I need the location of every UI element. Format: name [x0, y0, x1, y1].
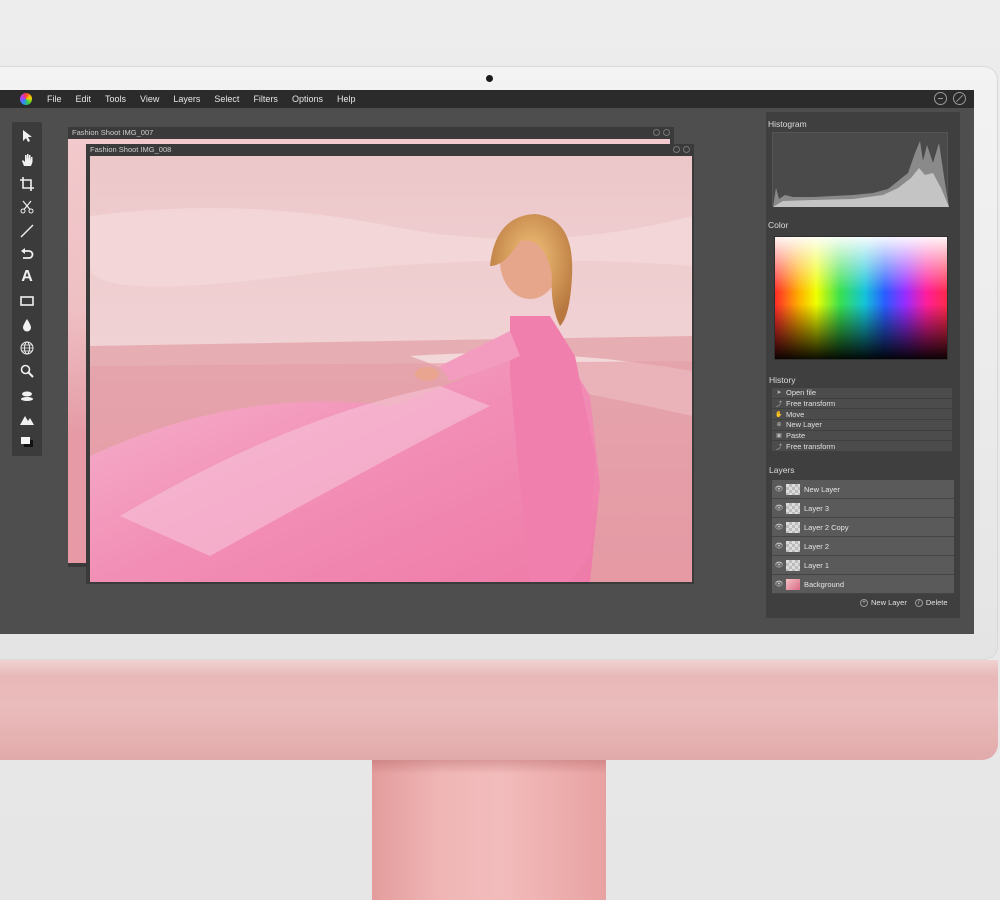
transform-icon: ⤴: [775, 444, 782, 451]
layers-label: Layers: [769, 465, 795, 475]
menu-filters[interactable]: Filters: [246, 90, 285, 108]
layer-thumbnail: [786, 502, 800, 514]
menu-options[interactable]: Options: [285, 90, 330, 108]
imac-stand: [372, 760, 606, 900]
document-title: Fashion Shoot IMG_008: [90, 145, 172, 154]
hand-icon[interactable]: [17, 150, 37, 170]
menu-select[interactable]: Select: [207, 90, 246, 108]
transform-icon: ⤴: [775, 402, 782, 409]
doc-close-icon[interactable]: [663, 129, 670, 136]
layer-actions: + New Layer / Delete: [860, 598, 948, 607]
menu-layers[interactable]: Layers: [166, 90, 207, 108]
menu-view[interactable]: View: [133, 90, 166, 108]
color-label: Color: [768, 220, 789, 230]
doc-minimize-icon[interactable]: [653, 129, 660, 136]
cursor-icon: ➤: [776, 390, 782, 397]
eye-icon[interactable]: 👁: [772, 542, 786, 550]
history-item[interactable]: ✋ Move: [772, 409, 952, 421]
app-logo-icon[interactable]: [20, 93, 32, 105]
layer-thumbnail: [786, 559, 800, 571]
paste-icon: ▣: [776, 433, 782, 440]
layer-row[interactable]: 👁 Layer 2: [772, 537, 954, 556]
menu-help[interactable]: Help: [330, 90, 363, 108]
color-picker[interactable]: [774, 236, 948, 360]
arrow-icon[interactable]: [17, 126, 37, 146]
history-item[interactable]: ⤴ Free transform: [772, 398, 952, 410]
eye-icon[interactable]: 👁: [772, 580, 786, 588]
layer-row[interactable]: 👁 Layer 1: [772, 556, 954, 575]
history-item[interactable]: ➤ Open file: [772, 388, 952, 399]
layer-row[interactable]: 👁 Background: [772, 575, 954, 594]
drop-icon[interactable]: [17, 315, 37, 335]
smudge-icon[interactable]: [17, 386, 37, 406]
doc-minimize-icon[interactable]: [673, 146, 680, 153]
scissors-icon[interactable]: [17, 197, 37, 217]
history-list: ➤ Open file ⤴ Free transform ✋ Move ⊕ New La…: [772, 388, 952, 453]
imac-chin: [0, 660, 998, 760]
rectangle-icon[interactable]: [17, 291, 37, 311]
layer-thumbnail: [786, 521, 800, 533]
layers-list: 👁 New Layer 👁 Layer 3 👁 Layer 2 Copy 👁 Layer…: [772, 480, 954, 594]
history-item[interactable]: ▣ Paste: [772, 430, 952, 442]
history-item[interactable]: ⊕ New Layer: [772, 420, 952, 431]
document-title: Fashion Shoot IMG_007: [72, 128, 154, 137]
undo-icon[interactable]: [17, 244, 37, 264]
new-layer-button[interactable]: + New Layer: [860, 598, 907, 607]
eye-icon[interactable]: 👁: [772, 504, 786, 512]
minimize-icon[interactable]: [934, 92, 947, 105]
mountain-icon[interactable]: [17, 409, 37, 429]
history-item[interactable]: ⤴ Free transform: [772, 441, 952, 453]
eye-icon[interactable]: 👁: [772, 485, 786, 493]
histogram: [772, 132, 949, 207]
tool-palette: A: [12, 122, 42, 456]
hand-icon: ✋: [775, 411, 783, 418]
delete-layer-button[interactable]: / Delete: [914, 598, 948, 607]
camera: [486, 75, 493, 82]
layer-thumbnail: [786, 540, 800, 552]
app-screen: File Edit Tools View Layers Select Filte…: [0, 90, 974, 634]
line-icon[interactable]: [17, 221, 37, 241]
menu-tools[interactable]: Tools: [98, 90, 133, 108]
zoom-icon[interactable]: [17, 361, 37, 381]
globe-icon[interactable]: [17, 338, 37, 358]
eye-icon[interactable]: 👁: [772, 561, 786, 569]
crop-icon[interactable]: [17, 174, 37, 194]
new-layer-icon: ⊕: [776, 422, 782, 429]
layer-row[interactable]: 👁 New Layer: [772, 480, 954, 499]
menu-file[interactable]: File: [40, 90, 69, 108]
delete-icon: /: [914, 598, 923, 607]
close-icon[interactable]: [953, 92, 966, 105]
history-label: History: [769, 375, 796, 385]
layer-thumbnail: [786, 483, 800, 495]
menu-edit[interactable]: Edit: [69, 90, 99, 108]
layer-thumbnail: [786, 578, 800, 590]
histogram-label: Histogram: [768, 119, 807, 129]
plus-icon: +: [860, 598, 868, 607]
eye-icon[interactable]: 👁: [772, 523, 786, 531]
color-swatch-icon[interactable]: [17, 432, 37, 452]
fashion-photo[interactable]: [90, 156, 692, 582]
layer-row[interactable]: 👁 Layer 2 Copy: [772, 518, 954, 537]
text-icon[interactable]: A: [17, 267, 37, 287]
layer-row[interactable]: 👁 Layer 3: [772, 499, 954, 518]
doc-close-icon[interactable]: [683, 146, 690, 153]
menu-bar: File Edit Tools View Layers Select Filte…: [0, 90, 974, 108]
